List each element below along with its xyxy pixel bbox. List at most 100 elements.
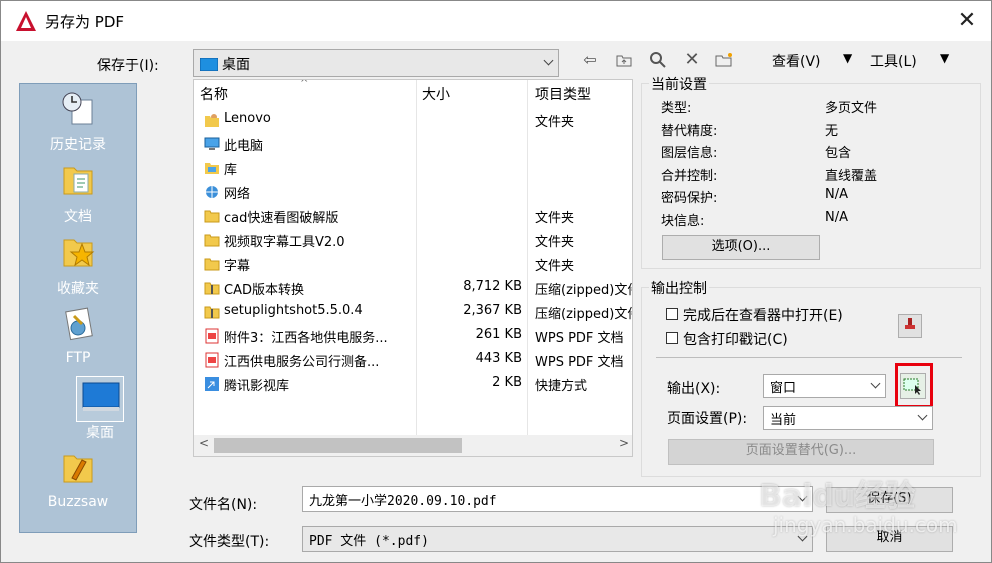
shortcut-icon (204, 376, 220, 392)
file-name: 视频取字幕工具V2.0 (224, 235, 345, 250)
output-dropdown[interactable]: 窗口 (763, 374, 886, 398)
file-row[interactable]: 附件3：江西各地供电服务... 261 KB WPS PDF 文档 (194, 324, 632, 348)
filetype-value: PDF 文件 (*.pdf) (309, 534, 429, 549)
tools-menu[interactable]: 工具(L) (870, 51, 917, 71)
file-row[interactable]: 网络 (194, 180, 632, 204)
folder-icon (204, 232, 220, 248)
column-header-name[interactable]: 名称 (200, 84, 228, 104)
file-row[interactable]: setuplightshot5.5.0.4 2,367 KB 压缩(zipped)文… (194, 300, 632, 324)
file-row[interactable]: 视频取字幕工具V2.0 文件夹 (194, 228, 632, 252)
scrollbar-thumb[interactable] (214, 438, 462, 453)
place-history[interactable]: 历史记录 (20, 88, 136, 158)
options-button[interactable]: 选项(O)... (662, 235, 820, 260)
place-label: 历史记录 (50, 137, 106, 153)
page-setup-dropdown[interactable]: 当前 (763, 406, 933, 430)
place-favorites[interactable]: 收藏夹 (20, 232, 136, 302)
file-size: 2 KB (492, 375, 522, 390)
chevron-down-icon (918, 412, 928, 422)
delete-icon[interactable]: ✕ (679, 47, 705, 73)
stamp-icon (905, 318, 915, 329)
scroll-right-arrow-icon[interactable]: > (619, 436, 629, 450)
back-icon[interactable]: ⇦ (577, 47, 603, 73)
column-header-type[interactable]: 项目类型 (535, 84, 591, 104)
file-row[interactable]: 此电脑 (194, 132, 632, 156)
file-type: 文件夹 (535, 259, 575, 274)
filename-input[interactable]: 九龙第一小学2020.09.10.pdf (302, 486, 813, 512)
place-label: 文档 (64, 209, 92, 225)
output-value: 窗口 (770, 381, 797, 396)
file-row[interactable]: 腾讯影视库 2 KB 快捷方式 (194, 372, 632, 396)
setting-key: 替代精度: (661, 123, 718, 139)
column-header-size[interactable]: 大小 (422, 84, 450, 104)
file-row[interactable]: 字幕 文件夹 (194, 252, 632, 276)
page-setup-override-button[interactable]: 页面设置替代(G)... (668, 439, 934, 465)
favorites-icon (63, 239, 95, 267)
file-row[interactable]: CAD版本转换 8,712 KB 压缩(zipped)文件夹 (194, 276, 632, 300)
output-label: 输出(X): (667, 381, 721, 397)
place-label: 收藏夹 (57, 281, 99, 297)
chevron-down-icon (544, 57, 554, 67)
up-folder-icon[interactable] (611, 47, 637, 73)
file-type: WPS PDF 文档 (535, 355, 624, 370)
search-web-icon[interactable] (645, 47, 671, 73)
file-type: 压缩(zipped)文件夹 (535, 307, 632, 322)
page-setup-value: 当前 (770, 413, 797, 428)
include-stamp-checkbox[interactable] (666, 332, 678, 344)
setting-value: N/A (825, 209, 848, 225)
place-ftp[interactable]: FTP (20, 304, 136, 374)
network-icon (204, 184, 220, 200)
save-in-label: 保存于(I): (97, 58, 159, 74)
folder-icon (204, 256, 220, 272)
view-menu-arrow-icon[interactable]: ▼ (843, 51, 852, 65)
setting-key: 类型: (661, 101, 692, 116)
filename-value: 九龙第一小学2020.09.10.pdf (309, 494, 497, 509)
file-name: Lenovo (224, 111, 271, 126)
history-icon (62, 92, 93, 125)
highlight-annotation (895, 363, 933, 408)
file-name: 库 (224, 163, 238, 178)
file-type: WPS PDF 文档 (535, 331, 624, 346)
save-as-pdf-dialog: 另存为 PDF ✕ 保存于(I): 桌面 ⇦ ✕ 查看(V) ▼ 工具(L) ▼… (0, 0, 992, 563)
setting-key: 密码保护: (661, 191, 718, 206)
view-menu[interactable]: 查看(V) (772, 51, 821, 71)
filetype-dropdown[interactable]: PDF 文件 (*.pdf) (302, 526, 813, 552)
close-button[interactable]: ✕ (953, 7, 981, 35)
desktop-icon (200, 58, 218, 71)
setting-key: 图层信息: (661, 146, 718, 161)
autocad-app-icon (16, 11, 36, 31)
tools-menu-arrow-icon[interactable]: ▼ (940, 51, 949, 65)
setting-value: 直线覆盖 (825, 168, 878, 184)
include-stamp-label[interactable]: 包含打印戳记(C) (683, 329, 788, 349)
folder-icon (204, 208, 220, 224)
file-type: 文件夹 (535, 211, 575, 226)
divider (656, 357, 962, 358)
watermark-brand: Baidu经验 (759, 479, 916, 514)
file-name: setuplightshot5.5.0.4 (224, 303, 363, 318)
save-in-dropdown[interactable]: 桌面 (193, 49, 559, 77)
setting-value: 包含 (825, 146, 852, 161)
open-in-viewer-checkbox[interactable] (666, 308, 678, 320)
file-row[interactable]: 江西供电服务公司行测备... 443 KB WPS PDF 文档 (194, 348, 632, 372)
horizontal-scrollbar[interactable]: < > (194, 435, 632, 456)
stamp-settings-button[interactable] (898, 314, 922, 338)
chevron-down-icon (871, 380, 881, 390)
place-documents[interactable]: 文档 (20, 160, 136, 230)
buzzsaw-icon (63, 455, 93, 483)
scroll-left-arrow-icon[interactable]: < (199, 436, 209, 450)
pdf-icon (204, 352, 220, 368)
file-row[interactable]: 库 (194, 156, 632, 180)
window-title: 另存为 PDF (45, 13, 124, 31)
open-in-viewer-label[interactable]: 完成后在查看器中打开(E) (683, 305, 843, 325)
new-folder-icon[interactable] (711, 47, 737, 73)
file-name: 附件3：江西各地供电服务... (224, 331, 388, 346)
file-name: 腾讯影视库 (224, 379, 290, 394)
file-list[interactable]: 名称 ^ 大小 项目类型 Lenovo 文件夹 此电脑库网络 cad快速看图破解版 文件… (193, 79, 633, 457)
file-row[interactable]: Lenovo 文件夹 (194, 108, 632, 132)
place-buzzsaw[interactable]: Buzzsaw (20, 448, 136, 518)
place-desktop[interactable]: 桌面 (20, 376, 136, 446)
zip-icon (204, 280, 220, 296)
file-type: 文件夹 (535, 235, 575, 250)
file-name: 江西供电服务公司行测备... (224, 355, 380, 370)
file-row[interactable]: cad快速看图破解版 文件夹 (194, 204, 632, 228)
file-type: 快捷方式 (535, 379, 588, 394)
